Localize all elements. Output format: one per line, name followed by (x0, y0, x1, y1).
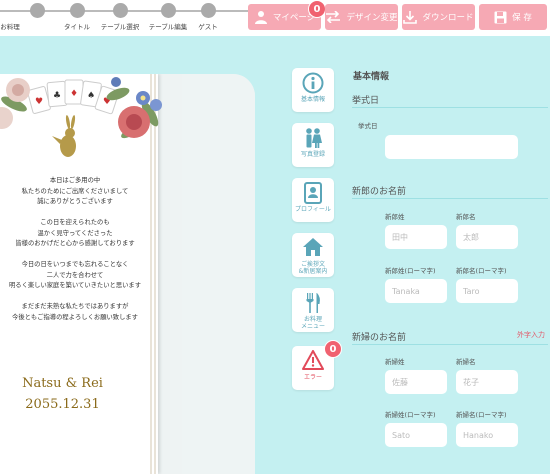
step-dot (112, 3, 128, 18)
bride-last-name-input[interactable]: 佐藤 (385, 370, 447, 394)
card-preview-panel: ♥ ♣ ♦ ♠ ♥ 本日はご多用の中 私たちのためにご出席くださいまして 誠にあ… (0, 74, 255, 474)
error-badge: 0 (324, 340, 342, 358)
rabbit-illustration (52, 115, 76, 157)
gaiji-input-link[interactable]: 外字入力 (517, 330, 545, 340)
floppy-disk-icon (494, 11, 507, 23)
svg-text:♠: ♠ (87, 91, 95, 101)
bride-last-name-label: 新婦姓 (385, 358, 405, 366)
info-icon (302, 72, 324, 94)
download-button[interactable]: ダウンロード (402, 4, 475, 30)
tab-error[interactable]: エラー 0 (292, 340, 342, 390)
save-button[interactable]: 保 存 (479, 4, 547, 30)
tab-food-menu[interactable]: お料理 メニュー (292, 288, 334, 332)
tab-label: プロフィール (295, 206, 331, 213)
ceremony-date-input[interactable] (385, 135, 518, 159)
section-divider (352, 198, 548, 199)
step-dot (200, 3, 216, 18)
tab-label: 基本情報 (300, 96, 325, 103)
groom-section-heading: 新郎のお名前 (352, 187, 407, 197)
groom-first-name-label: 新郎名 (456, 213, 476, 221)
bride-section-heading: 新婦のお名前 (352, 333, 407, 343)
couple-icon (306, 128, 322, 148)
section-divider (352, 107, 548, 108)
svg-text:♦: ♦ (70, 89, 78, 99)
step-5[interactable]: ゲスト (183, 3, 233, 31)
mypage-button[interactable]: マイページ 0 (248, 0, 326, 30)
tab-label: 写真登録 (300, 151, 325, 158)
save-label: 保 存 (512, 13, 532, 23)
ceremony-date-label: 挙式日 (358, 122, 378, 130)
download-label: ダウンロード (422, 13, 474, 23)
step-label: ゲスト (198, 23, 218, 31)
profile-icon (304, 182, 322, 204)
wedding-date: 2055.12.31 (25, 397, 100, 412)
tab-label: エラー (303, 374, 322, 381)
tab-profile[interactable]: プロフィール (292, 178, 334, 222)
tab-photo-register[interactable]: 写真登録 (292, 123, 334, 167)
groom-last-name-roma-input[interactable]: Tanaka (385, 279, 447, 303)
swap-arrows-icon (326, 11, 341, 23)
groom-last-name-roma-label: 新郎姓(ローマ字) (385, 267, 436, 275)
step-3[interactable]: テーブル選択 (95, 3, 145, 31)
playing-cards-graphic: ♥ ♣ ♦ ♠ ♥ (27, 79, 120, 115)
ceremony-section-heading: 挙式日 (352, 96, 380, 106)
form-title: 基本情報 (353, 72, 390, 82)
groom-last-name-input[interactable]: 田中 (385, 225, 447, 249)
step-dot (29, 3, 45, 18)
svg-text:♥: ♥ (35, 97, 43, 107)
step-dot (160, 3, 176, 18)
house-icon (303, 238, 323, 256)
preview-blank-area (182, 74, 255, 474)
step-dot (69, 3, 85, 18)
groom-first-name-roma-label: 新郎名(ローマ字) (456, 267, 507, 275)
groom-first-name-roma-input[interactable]: Taro (456, 279, 518, 303)
menu-card: ♥ ♣ ♦ ♠ ♥ 本日はご多用の中 私たちのためにご出席くださいまして 誠にあ… (0, 74, 162, 474)
mypage-badge: 0 (308, 0, 326, 18)
tab-label: ご挨拶文 &新居案内 (298, 261, 328, 275)
floral-garland-illustration: ♥ ♣ ♦ ♠ ♥ (0, 77, 162, 157)
design-change-label: デザイン変更 (346, 13, 398, 23)
bride-first-name-roma-label: 新婦名(ローマ字) (456, 411, 507, 419)
tab-label: お料理 メニュー (300, 316, 325, 330)
top-bar: お料理 . タイトル テーブル選択 テーブル編集 ゲスト マイページ 0 デザイ… (0, 0, 550, 36)
greeting-message: 本日はご多用の中 私たちのためにご出席くださいまして 誠にありがとうございます … (8, 177, 142, 321)
bride-first-name-label: 新婦名 (456, 358, 476, 366)
couple-names: Natsu & Rei (22, 376, 103, 391)
cutlery-icon (306, 293, 320, 313)
bride-first-name-roma-input[interactable]: Hanako (456, 423, 518, 447)
bride-last-name-roma-input[interactable]: Sato (385, 423, 447, 447)
groom-first-name-input[interactable]: 太郎 (456, 225, 518, 249)
user-icon (254, 11, 267, 24)
groom-last-name-label: 新郎姓 (385, 213, 405, 221)
tab-basic-info[interactable]: 基本情報 (292, 68, 334, 112)
bride-last-name-roma-label: 新婦姓(ローマ字) (385, 411, 436, 419)
bride-first-name-input[interactable]: 花子 (456, 370, 518, 394)
step-label: テーブル選択 (100, 23, 140, 31)
download-icon (403, 11, 418, 24)
design-change-button[interactable]: デザイン変更 (325, 4, 398, 30)
warning-icon (302, 350, 324, 370)
section-divider (352, 344, 548, 345)
svg-text:♣: ♣ (53, 91, 61, 101)
progress-steps: お料理 . タイトル テーブル選択 テーブル編集 ゲスト (0, 0, 250, 36)
tab-greeting-new-home[interactable]: ご挨拶文 &新居案内 (292, 233, 334, 277)
